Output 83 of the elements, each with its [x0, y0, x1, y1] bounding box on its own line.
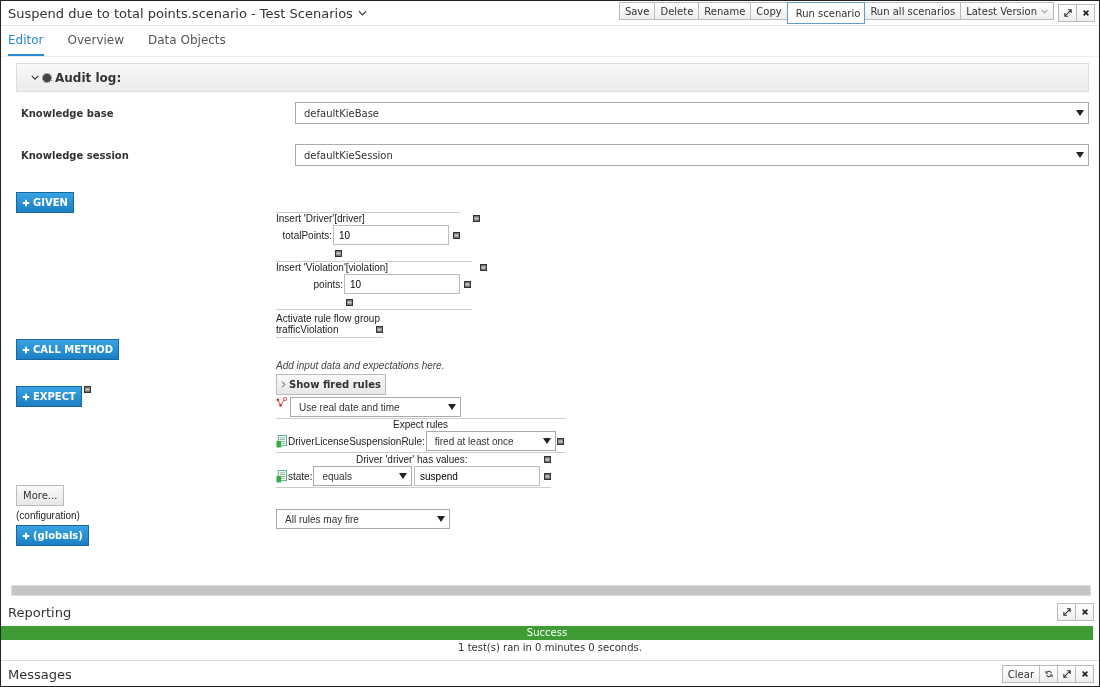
plus-icon [22, 345, 30, 354]
square-icon[interactable] [480, 264, 487, 271]
rule-mode-select[interactable]: fired at least once [425, 431, 556, 451]
window-title: Suspend due to total points.scenario - Test Scenarios [8, 5, 353, 21]
chevron-icon [31, 75, 39, 80]
toolbar-button[interactable]: Run all scenarios [864, 2, 962, 20]
chevron-down-icon [1041, 8, 1048, 14]
field-input[interactable]: 10 [344, 274, 460, 294]
square-icon[interactable] [346, 298, 353, 306]
toolbar-button[interactable]: Run scenario [786, 2, 866, 24]
square-icon[interactable] [544, 472, 551, 480]
panel-title: Reporting [8, 604, 72, 620]
operator-select[interactable]: equals [313, 466, 413, 486]
configuration-label: (configuration) [16, 510, 80, 521]
fact-title: Insert 'Violation'[violation] [276, 262, 389, 273]
status-bar: Success [1, 626, 1093, 640]
plus-icon [22, 198, 30, 207]
caret-icon [542, 437, 551, 445]
clear-button[interactable]: Clear [1001, 665, 1040, 683]
more-button[interactable]: More... [16, 485, 65, 506]
audit-log-header[interactable]: Audit log: [16, 63, 1089, 92]
setting-select[interactable]: defaultKieBase [295, 102, 1089, 124]
table-icon [276, 434, 287, 448]
refresh-icon [1044, 670, 1053, 678]
square-icon[interactable] [473, 215, 480, 222]
field-label: state: [287, 470, 313, 482]
tab[interactable]: Data Objects [148, 26, 226, 56]
square-icon[interactable] [544, 456, 551, 463]
summary-text: 1 test(s) ran in 0 minutes 0 seconds. [458, 642, 642, 653]
nodes-icon [276, 397, 287, 408]
audit-log-label: Audit log: [55, 70, 122, 85]
caret-icon [437, 515, 445, 523]
caret-icon [1076, 151, 1084, 159]
field-label: totalPoints: [281, 229, 332, 241]
plus-icon [22, 531, 30, 540]
close-icon [1081, 9, 1090, 17]
horizontal-scrollbar[interactable] [11, 585, 1091, 596]
fact-title: Insert 'Driver'[driver] [276, 213, 365, 224]
rule-flow-group: trafficViolation [276, 324, 339, 335]
section-heading: Expect rules [392, 419, 449, 430]
square-icon[interactable] [464, 280, 471, 288]
close-icon [1080, 608, 1089, 616]
close-button[interactable] [1075, 665, 1094, 683]
expand-icon [1062, 608, 1071, 616]
expand-icon [1063, 9, 1072, 17]
setting-label: Knowledge base [20, 107, 115, 119]
date-select[interactable]: Use real date and time [290, 397, 461, 417]
hint-text: Add input data and expectations here. [276, 360, 445, 371]
toolbar-button[interactable]: Delete [654, 2, 700, 20]
expand-icon [1062, 670, 1071, 678]
plus-icon [22, 392, 30, 401]
chevron-right-icon [281, 381, 286, 388]
section-heading: Driver 'driver' has values: [356, 454, 468, 465]
square-icon[interactable] [335, 249, 342, 257]
square-icon[interactable] [376, 326, 383, 333]
version-dropdown[interactable]: Latest Version [960, 2, 1054, 20]
toolbar-button[interactable]: Copy [750, 2, 788, 20]
show-fired-rules-button[interactable]: Show fired rules [276, 374, 386, 395]
caret-icon [399, 472, 408, 480]
caret-icon [1076, 109, 1084, 117]
toolbar-button[interactable]: Save [618, 2, 656, 20]
tab[interactable]: Editor [8, 26, 44, 56]
rule-flow-label: Activate rule flow group [276, 313, 380, 324]
setting-select[interactable]: defaultKieSession [295, 144, 1089, 166]
close-button[interactable] [1075, 603, 1094, 621]
table-icon [276, 469, 287, 483]
tab[interactable]: Overview [67, 26, 124, 56]
field-label: points: [312, 278, 343, 290]
caret-icon [448, 403, 456, 411]
setting-label: Knowledge session [20, 149, 130, 161]
field-input[interactable]: suspend [414, 466, 541, 486]
field-input[interactable]: 10 [333, 225, 449, 245]
square-icon[interactable] [83, 386, 91, 393]
panel-title: Messages [8, 666, 72, 682]
gear-icon [42, 72, 52, 83]
square-icon[interactable] [556, 437, 564, 445]
rule-firing-select[interactable]: All rules may fire [276, 509, 450, 529]
close-icon [1080, 670, 1089, 678]
close-button[interactable] [1076, 4, 1095, 22]
square-icon[interactable] [453, 231, 460, 239]
rule-name: DriverLicenseSuspensionRule: [288, 435, 425, 447]
toolbar-button[interactable]: Rename [698, 2, 752, 20]
chevron-down-icon[interactable] [357, 10, 367, 16]
